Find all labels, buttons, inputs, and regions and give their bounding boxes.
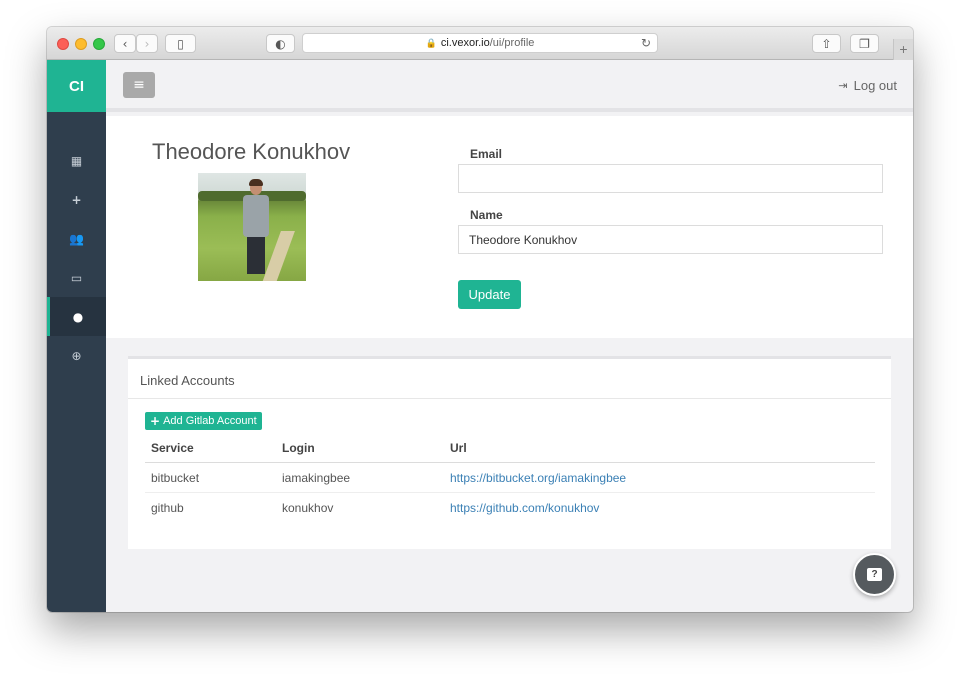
dashboard-icon: ▦ [70, 153, 83, 168]
lifebuoy-icon: ⊕ [71, 348, 82, 363]
url-link[interactable]: https://github.com/konukhov [450, 493, 599, 523]
avatar [198, 173, 306, 281]
email-label: Email [470, 147, 503, 161]
chevron-right-icon: › [144, 36, 150, 51]
profile-panel: Theodore Konukhov Email Name Theodore Ko… [106, 116, 913, 338]
top-bar: ≡ ⇥ Log out [106, 60, 913, 112]
plus-icon: + [150, 414, 161, 428]
service-cell: github [151, 501, 184, 515]
chat-help-icon: ? [867, 568, 882, 581]
reader-icon: ◐ [275, 36, 286, 51]
update-button[interactable]: Update [458, 280, 521, 309]
brand-logo[interactable]: CI [47, 60, 106, 112]
login-cell: iamakingbee [282, 471, 351, 485]
sidebar-item-add[interactable]: + [47, 180, 106, 219]
hamburger-icon: ≡ [133, 77, 145, 93]
zoom-window-button[interactable] [93, 38, 105, 50]
sidebar: CI ▦ + 👥 ▭ ● ⊕ [47, 60, 106, 612]
url-path: /ui/profile [489, 37, 535, 49]
lock-icon: 🔒 [425, 37, 437, 48]
tabs-icon: ❐ [859, 36, 870, 51]
reader-button[interactable]: ◐ [266, 34, 295, 53]
new-tab-button[interactable]: + [893, 39, 913, 60]
name-field[interactable]: Theodore Konukhov [458, 225, 883, 254]
close-window-button[interactable] [57, 38, 69, 50]
share-icon: ⇧ [821, 36, 832, 51]
linked-accounts-title: Linked Accounts [140, 373, 235, 388]
email-field[interactable] [458, 164, 883, 193]
sidebar-icon: ▯ [177, 36, 184, 51]
column-header-service: Service [151, 441, 194, 455]
column-header-url: Url [450, 441, 467, 455]
plus-icon: + [899, 41, 908, 57]
linked-accounts-panel: Linked Accounts + Add Gitlab Account Ser… [128, 356, 891, 549]
user-icon: ● [72, 309, 84, 324]
tabs-overview-button[interactable]: ❐ [850, 34, 879, 53]
menu-toggle-button[interactable]: ≡ [123, 72, 155, 98]
share-button[interactable]: ⇧ [812, 34, 841, 53]
forward-button[interactable]: › [136, 34, 158, 53]
browser-window: ‹ › ▯ ◐ 🔒 ci.vexor.io/ui/profile ↻ ⇧ ❐ +… [47, 27, 913, 612]
service-cell: bitbucket [151, 471, 200, 485]
logout-link[interactable]: ⇥ Log out [838, 78, 897, 93]
sidebar-item-dashboard[interactable]: ▦ [47, 141, 106, 180]
team-icon: 👥 [69, 231, 84, 246]
credit-card-icon: ▭ [70, 270, 83, 285]
browser-toolbar: ‹ › ▯ ◐ 🔒 ci.vexor.io/ui/profile ↻ ⇧ ❐ + [47, 27, 913, 60]
help-chat-button[interactable]: ? [853, 553, 896, 596]
divider [128, 398, 891, 399]
add-gitlab-account-label: Add Gitlab Account [163, 415, 257, 427]
logout-icon: ⇥ [838, 79, 848, 92]
reload-icon[interactable]: ↻ [641, 36, 651, 50]
address-bar[interactable]: 🔒 ci.vexor.io/ui/profile ↻ [302, 33, 658, 53]
sidebar-toggle-button[interactable]: ▯ [165, 34, 196, 53]
sidebar-item-team[interactable]: 👥 [47, 219, 106, 258]
sidebar-item-support[interactable]: ⊕ [47, 336, 106, 375]
login-cell: konukhov [282, 501, 334, 515]
sidebar-item-billing[interactable]: ▭ [47, 258, 106, 297]
logout-label: Log out [853, 78, 897, 93]
column-header-login: Login [282, 441, 315, 455]
url-host: ci.vexor.io [440, 37, 490, 49]
minimize-window-button[interactable] [75, 38, 87, 50]
table-row: bitbucket iamakingbee https://bitbucket.… [145, 463, 875, 493]
sidebar-item-profile[interactable]: ● [47, 297, 106, 336]
linked-accounts-table: Service Login Url bitbucket iamakingbee … [145, 433, 875, 523]
url-link[interactable]: https://bitbucket.org/iamakingbee [450, 463, 626, 493]
table-row: github konukhov https://github.com/konuk… [145, 493, 875, 523]
back-button[interactable]: ‹ [114, 34, 136, 53]
plus-icon: + [71, 192, 82, 207]
chevron-left-icon: ‹ [122, 36, 128, 51]
name-label: Name [470, 208, 503, 222]
table-header: Service Login Url [145, 433, 875, 463]
profile-name: Theodore Konukhov [152, 139, 351, 164]
add-gitlab-account-button[interactable]: + Add Gitlab Account [145, 412, 262, 430]
